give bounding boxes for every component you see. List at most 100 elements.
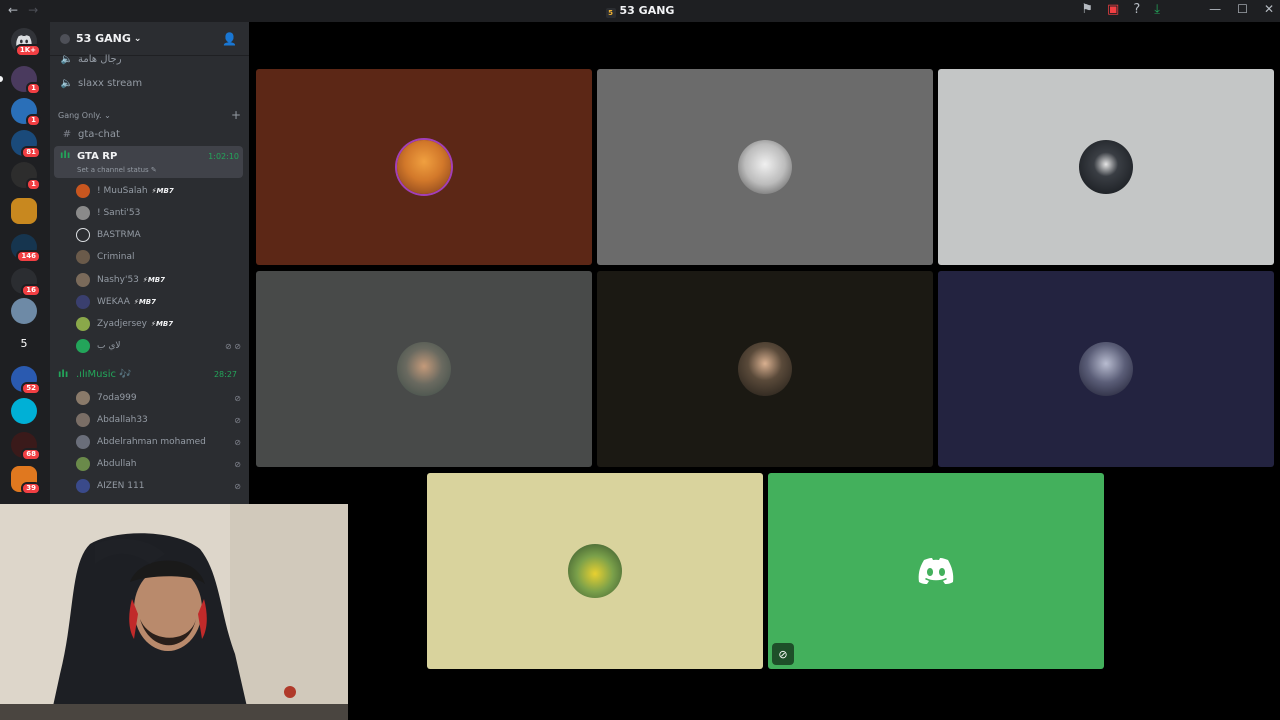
server-icon[interactable]: 1 [11,162,41,191]
category-header[interactable]: Gang Only. ⌄ + [58,107,241,123]
avatar [76,228,90,242]
voice-member[interactable]: Abdullah ⊘ [76,454,241,474]
close-icon[interactable]: ✕ [1264,2,1274,16]
avatar [738,342,792,396]
participant-tile[interactable] [597,271,933,467]
forward-arrow-icon[interactable]: → [28,3,38,17]
hash-icon: # [62,128,72,140]
voice-channel[interactable]: ılı .ılıMusic 🎶 28:27 [54,364,243,384]
server-icon[interactable]: 1 [11,66,41,95]
title-bar: ← → 5 53 GANG ⚑ ▣ ? ⤓ — ☐ ✕ [0,0,1280,22]
muted-icon: ⊘ [234,437,241,447]
channel-name: gta-chat [78,128,120,140]
back-arrow-icon[interactable]: ← [8,3,18,17]
history-nav: ← → [8,3,38,17]
avatar [76,250,90,264]
titlebar-actions: ⚑ ▣ ? ⤓ [1081,2,1160,17]
unread-pill [0,76,3,82]
member-name: Abdullah [97,459,137,469]
chevron-down-icon: ⌄ [133,33,142,44]
avatar [568,544,622,598]
participant-tile[interactable] [256,271,592,467]
text-channel[interactable]: # gta-chat [56,124,243,144]
participant-tile[interactable] [427,473,763,669]
voice-member[interactable]: BASTRMA [76,225,241,245]
server-icon[interactable] [11,298,37,324]
avatar [738,140,792,194]
muted-icon: ⊘ [234,459,241,469]
server-icon[interactable]: 39 [11,466,41,495]
screen-share-icon[interactable]: ▣ [1107,2,1119,17]
channel-status[interactable]: Set a channel status ✎ [77,166,157,174]
channel-name: .ılıMusic 🎶 [76,368,132,380]
server-mini-icon: 5 [605,8,616,18]
voice-member[interactable]: لاي ب ⊘ ⊘ [76,336,241,356]
participant-tile[interactable] [938,271,1274,467]
member-tag: ⚡MB7 [151,320,174,328]
guild-name: 53 GANG [76,32,131,45]
server-icon[interactable]: 1 [11,98,41,127]
voice-member[interactable]: AIZEN 111 ⊘ [76,476,241,496]
participant-tile[interactable] [597,69,933,265]
category-name: Gang Only. [58,110,102,120]
voice-channel-active[interactable]: ılı GTA RP Set a channel status ✎ 1:02:1… [54,146,243,178]
flag-icon[interactable]: ⚑ [1081,2,1093,17]
muted-deafened-icon: ⊘ ⊘ [225,341,241,351]
voice-connected-icon: ılı [60,150,71,161]
muted-icon: ⊘ [772,643,794,665]
participant-tile[interactable] [256,69,592,265]
guild-icon [60,33,70,44]
avatar [76,435,90,449]
member-name: Abdelrahman mohamed [97,437,206,447]
help-icon[interactable]: ? [1133,2,1140,17]
muted-icon: ⊘ [234,393,241,403]
avatar [76,413,90,427]
avatar [1079,140,1133,194]
server-icon[interactable]: 81 [11,130,41,159]
server-icon[interactable]: 52 [11,366,41,395]
voice-member[interactable]: Criminal [76,247,241,267]
badge: 1K+ [14,44,41,57]
window-controls: — ☐ ✕ [1209,2,1274,16]
member-name: BASTRMA [97,230,141,240]
participant-tile[interactable]: ⊘ [768,473,1104,669]
server-icon-text[interactable]: 5 [11,330,37,356]
server-icon[interactable]: 68 [11,432,41,461]
channel-name: رجال هامة [78,53,122,65]
participant-tile[interactable] [938,69,1274,265]
avatar [397,342,451,396]
server-icon[interactable] [11,198,37,224]
pencil-icon: ✎ [150,166,157,174]
voice-member[interactable]: 7oda999 ⊘ [76,388,241,408]
create-channel-icon[interactable]: + [231,108,241,122]
server-icon[interactable]: 16 [11,268,41,297]
voice-member[interactable]: Abdelrahman mohamed ⊘ [76,432,241,452]
invite-people-icon[interactable]: 👤 [222,32,237,46]
minimize-icon[interactable]: — [1209,2,1221,16]
voice-member[interactable]: Abdallah33 ⊘ [76,410,241,430]
guild-header[interactable]: 53 GANG ⌄ 👤 [50,22,249,56]
maximize-icon[interactable]: ☐ [1237,2,1248,16]
voice-channel[interactable]: 🔈 slaxx stream [56,73,243,93]
voice-connected-icon: ılı [58,368,69,380]
member-name: لاي ب [97,341,121,351]
download-icon[interactable]: ⤓ [1154,2,1160,17]
speaker-icon: 🔈 [60,77,74,89]
discord-home-icon[interactable]: 1K+ [11,28,41,57]
avatar [76,457,90,471]
avatar [76,317,90,331]
discord-logo-icon [918,558,954,584]
muted-icon: ⊘ [234,415,241,425]
avatar [76,273,90,287]
webcam-person-image [0,504,348,720]
member-tag: ⚡MB7 [142,276,165,284]
voice-member[interactable]: Nashy'53 ⚡MB7 [76,270,241,290]
voice-member[interactable]: Zyadjersey ⚡MB7 [76,314,241,334]
channel-sidebar: 53 GANG ⌄ 👤 🔈 رجال هامة 🔈 slaxx stream G… [50,22,249,504]
voice-member[interactable]: WEKAA ⚡MB7 [76,292,241,312]
voice-member[interactable]: ! Santi'53 [76,203,241,223]
voice-member[interactable]: ! MuuSalah ⚡MB7 [76,181,241,201]
server-icon[interactable] [11,398,37,424]
server-icon[interactable]: 146 [11,234,41,263]
voice-channel[interactable]: 🔈 رجال هامة [56,52,243,66]
